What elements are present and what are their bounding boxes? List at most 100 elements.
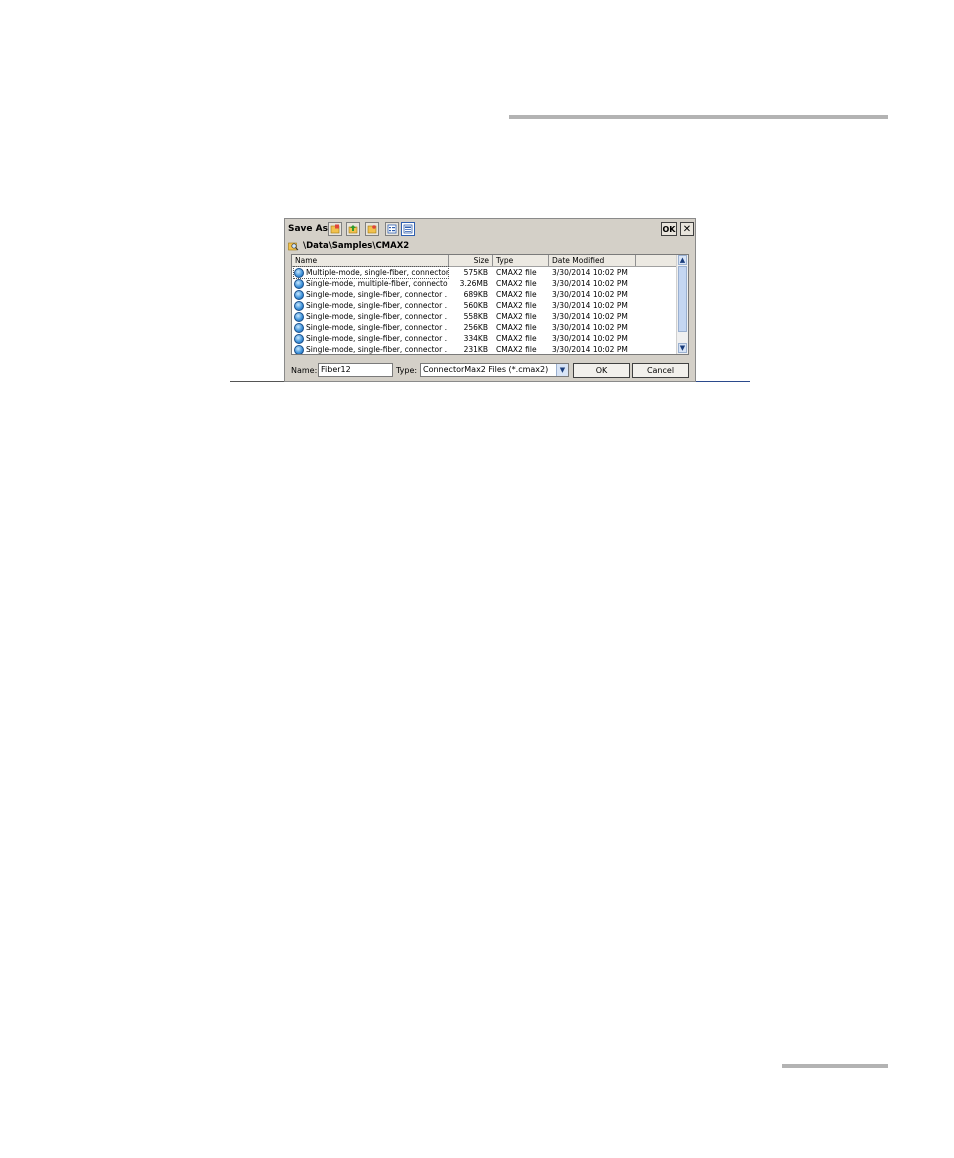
file-row[interactable]: Single-mode, single-fiber, connector … 6… <box>292 289 678 300</box>
file-row[interactable]: Single-mode, single-fiber, connector … 2… <box>292 322 678 333</box>
path-bar: \Data\Samples\CMAX2 <box>288 240 409 252</box>
file-row[interactable]: Single-mode, single-fiber, connector … 5… <box>292 300 678 311</box>
file-size: 558KB <box>463 312 488 321</box>
file-date: 3/30/2014 10:02 PM <box>552 345 628 354</box>
file-type: CMAX2 file <box>496 268 537 277</box>
vertical-scrollbar[interactable]: ▲ ▼ <box>676 255 688 354</box>
file-name-cell: Multiple-mode, single-fiber, connector… <box>293 266 449 279</box>
up-folder-icon <box>348 225 358 234</box>
file-icon <box>294 300 304 311</box>
file-type: CMAX2 file <box>496 334 537 343</box>
chevron-down-icon: ▼ <box>679 344 686 352</box>
file-size: 334KB <box>463 334 488 343</box>
file-icon <box>294 278 304 289</box>
file-icon <box>294 344 304 354</box>
file-name-cell: Single-mode, single-fiber, connector … <box>294 300 448 311</box>
file-date: 3/30/2014 10:02 PM <box>552 268 628 277</box>
column-header-type[interactable]: Type <box>493 255 549 266</box>
file-type: CMAX2 file <box>496 290 537 299</box>
file-date: 3/30/2014 10:02 PM <box>552 323 628 332</box>
column-header-name[interactable]: Name <box>292 255 449 266</box>
ok-button[interactable]: OK <box>573 363 630 378</box>
file-type: CMAX2 file <box>496 345 537 354</box>
file-type: CMAX2 file <box>496 323 537 332</box>
name-label: Name: <box>291 366 318 375</box>
file-row[interactable]: Single-mode, single-fiber, connector … 5… <box>292 311 678 322</box>
file-size: 3.26MB <box>459 279 488 288</box>
file-name: Single-mode, single-fiber, connector … <box>306 323 448 332</box>
dialog-titlebar: Save As OK ✕ <box>285 219 695 239</box>
file-date: 3/30/2014 10:02 PM <box>552 290 628 299</box>
file-row[interactable]: Single-mode, single-fiber, connector … 2… <box>292 344 678 354</box>
cancel-button[interactable]: Cancel <box>632 363 689 378</box>
list-view-button[interactable] <box>385 222 399 236</box>
file-icon <box>294 333 304 344</box>
details-view-icon <box>403 224 413 234</box>
file-date: 3/30/2014 10:02 PM <box>552 312 628 321</box>
file-name-cell: Single-mode, single-fiber, connector … <box>294 322 448 333</box>
folder-search-icon <box>288 242 299 251</box>
file-name-cell: Single-mode, single-fiber, connector … <box>294 311 448 322</box>
close-icon: ✕ <box>682 223 692 235</box>
file-size: 575KB <box>463 268 488 277</box>
file-size: 560KB <box>463 301 488 310</box>
folder-open-button[interactable] <box>365 222 379 236</box>
file-icon <box>294 322 304 333</box>
file-size: 256KB <box>463 323 488 332</box>
file-icon <box>294 311 304 322</box>
column-header-size[interactable]: Size <box>449 255 493 266</box>
file-list[interactable]: Name Size Type Date Modified Multiple-mo… <box>291 254 689 355</box>
list-view-icon <box>387 224 397 234</box>
footer-rule <box>782 1064 888 1068</box>
new-folder-icon <box>330 224 340 234</box>
file-name: Single-mode, single-fiber, connector … <box>306 345 448 354</box>
type-label: Type: <box>396 366 418 375</box>
file-name: Single-mode, multiple-fiber, connecto… <box>306 279 448 288</box>
file-name-cell: Single-mode, multiple-fiber, connecto… <box>294 278 448 289</box>
list-header: Name Size Type Date Modified <box>292 255 678 267</box>
title-ok-button[interactable]: OK <box>661 222 677 236</box>
file-type: CMAX2 file <box>496 312 537 321</box>
chevron-up-icon: ▲ <box>679 256 686 264</box>
file-name-cell: Single-mode, single-fiber, connector … <box>294 289 448 300</box>
file-date: 3/30/2014 10:02 PM <box>552 279 628 288</box>
up-folder-button[interactable] <box>346 222 360 236</box>
file-row[interactable]: Multiple-mode, single-fiber, connector… … <box>292 266 678 279</box>
filename-input[interactable]: Fiber12 <box>318 363 393 377</box>
file-name: Single-mode, single-fiber, connector … <box>306 301 448 310</box>
save-as-dialog: Save As OK ✕ \Data\Samples\CMAX2 Name Si… <box>284 218 696 382</box>
file-icon <box>294 267 304 278</box>
column-header-date[interactable]: Date Modified <box>549 255 636 266</box>
folder-open-icon <box>367 225 377 234</box>
divider-line <box>230 381 285 382</box>
chevron-down-icon[interactable]: ▼ <box>556 364 568 376</box>
file-name-cell: Single-mode, single-fiber, connector … <box>294 333 448 344</box>
file-name: Single-mode, single-fiber, connector … <box>306 290 448 299</box>
close-button[interactable]: ✕ <box>680 222 694 236</box>
scroll-up-button[interactable]: ▲ <box>678 255 687 265</box>
file-name-cell: Single-mode, single-fiber, connector … <box>294 344 448 354</box>
dialog-footer: Name: Fiber12 Type: ConnectorMax2 Files … <box>285 361 695 381</box>
file-name: Single-mode, single-fiber, connector … <box>306 312 448 321</box>
file-size: 689KB <box>463 290 488 299</box>
file-date: 3/30/2014 10:02 PM <box>552 334 628 343</box>
file-date: 3/30/2014 10:02 PM <box>552 301 628 310</box>
file-row[interactable]: Single-mode, multiple-fiber, connecto… 3… <box>292 278 678 289</box>
current-path: \Data\Samples\CMAX2 <box>303 241 410 251</box>
file-icon <box>294 289 304 300</box>
details-view-button[interactable] <box>401 222 415 236</box>
file-size: 231KB <box>463 345 488 354</box>
scroll-thumb[interactable] <box>678 266 687 332</box>
file-type-value: ConnectorMax2 Files (*.cmax2) <box>423 365 549 374</box>
file-row[interactable]: Single-mode, single-fiber, connector … 3… <box>292 333 678 344</box>
scroll-down-button[interactable]: ▼ <box>678 343 687 353</box>
file-type: CMAX2 file <box>496 279 537 288</box>
file-type-select[interactable]: ConnectorMax2 Files (*.cmax2) ▼ <box>420 363 569 377</box>
file-name: Multiple-mode, single-fiber, connector… <box>306 268 448 277</box>
file-name: Single-mode, single-fiber, connector … <box>306 334 448 343</box>
file-type: CMAX2 file <box>496 301 537 310</box>
dialog-title: Save As <box>288 224 328 234</box>
header-rule <box>509 115 888 119</box>
divider-line <box>696 381 750 382</box>
new-folder-button[interactable] <box>328 222 342 236</box>
